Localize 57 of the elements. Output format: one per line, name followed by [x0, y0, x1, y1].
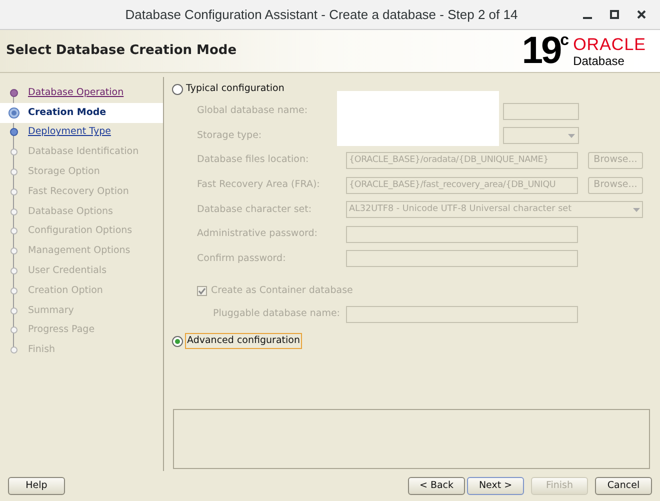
step-label: Configuration Options — [28, 224, 132, 238]
step-marker-icon — [8, 186, 20, 198]
field-label: Database character set: — [197, 202, 313, 217]
window-title: Database Configuration Assistant - Create a database - Step 2 of 14 — [124, 6, 519, 24]
step-label: Progress Page — [28, 323, 95, 338]
step-label: Fast Recovery Option — [28, 184, 129, 199]
step-label: User Credentials — [28, 264, 107, 278]
step-marker-icon — [8, 344, 20, 356]
step-marker-icon — [8, 225, 20, 238]
field-label: Database files location: — [197, 153, 310, 168]
dialog-button[interactable]: Cancel — [595, 477, 652, 495]
step-label: Storage Option — [28, 164, 100, 179]
checkbox[interactable] — [197, 286, 207, 296]
field-label: Fast Recovery Area (FRA): — [197, 178, 321, 192]
radio-button[interactable] — [172, 336, 183, 347]
step-marker-icon — [8, 304, 20, 317]
step-label[interactable]: Creation Mode — [28, 106, 106, 120]
field-label: Confirm password: — [197, 252, 287, 266]
product-name: Database — [573, 54, 626, 66]
step-marker-icon — [8, 86, 20, 99]
step-marker-icon — [8, 166, 20, 178]
step-marker-icon — [8, 126, 20, 138]
step-marker-icon — [8, 106, 20, 119]
maximize-icon[interactable] — [610, 10, 619, 19]
radio-button[interactable] — [172, 84, 183, 94]
step-marker-icon — [8, 206, 20, 218]
step-label: Management Options — [28, 244, 130, 258]
caret-icon — [568, 134, 575, 138]
field-label: Storage type: — [197, 128, 263, 143]
dialog-button[interactable]: Next > — [467, 477, 524, 495]
step-label[interactable]: Database Operation — [28, 86, 124, 100]
step-label[interactable]: Deployment Type — [28, 125, 111, 140]
brand-logo: ORACLE — [573, 36, 646, 52]
input-field[interactable] — [346, 306, 578, 323]
step-label: Creation Option — [28, 284, 103, 298]
step-marker-icon — [8, 146, 20, 158]
step-marker-icon — [8, 245, 20, 258]
field-label: Administrative password: — [197, 227, 318, 242]
field-label: Pluggable database name: — [213, 307, 342, 322]
step-label: Database Identification — [28, 145, 139, 160]
step-label: Summary — [28, 304, 74, 318]
step-label: Finish — [28, 343, 56, 358]
step-marker-icon — [8, 265, 20, 278]
close-icon[interactable] — [637, 10, 646, 19]
field-label: Global database name: — [197, 104, 309, 118]
caret-icon — [633, 208, 640, 212]
radio-label[interactable]: Typical configuration — [185, 82, 286, 96]
input-field[interactable] — [346, 226, 578, 243]
input-field[interactable] — [346, 250, 578, 268]
input-field[interactable] — [503, 102, 579, 120]
step-marker-icon — [8, 324, 20, 336]
step-marker-icon — [8, 284, 20, 297]
step-label: Database Options — [28, 204, 114, 219]
dialog-button[interactable]: < Back — [408, 477, 465, 495]
radio-label[interactable]: Advanced configuration — [185, 333, 302, 350]
page-title: Select Database Creation Mode — [6, 42, 237, 60]
dialog-button[interactable]: Help — [8, 477, 65, 495]
